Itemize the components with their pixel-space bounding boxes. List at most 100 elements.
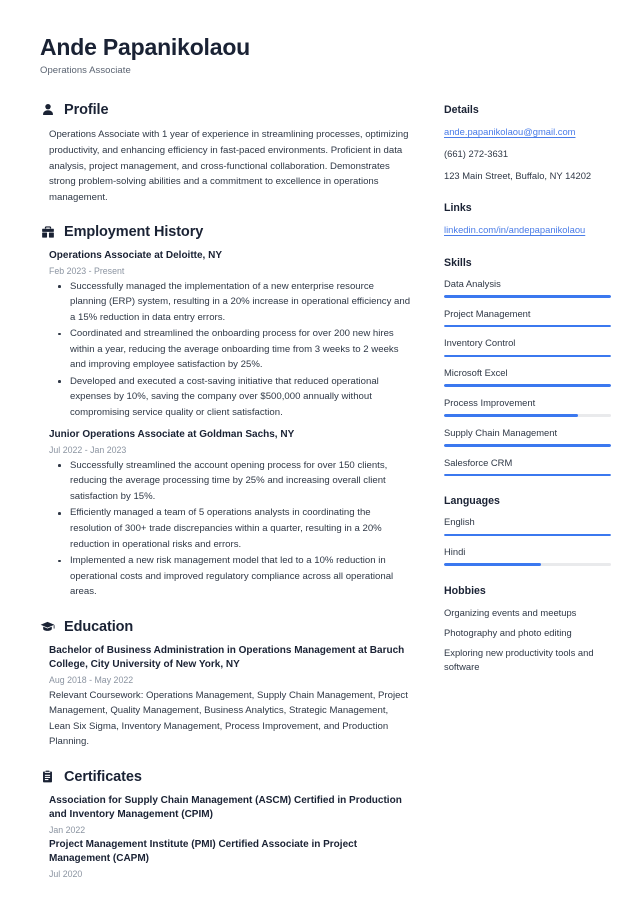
certificate-entry: Project Management Institute (PMI) Certi… <box>49 838 412 879</box>
language-label: English <box>444 516 475 528</box>
section-body-certificates: Association for Supply Chain Management … <box>40 794 412 879</box>
skill-progress-track <box>444 324 611 328</box>
skill-label: Microsoft Excel <box>444 367 508 379</box>
section-education: Education Bachelor of Business Administr… <box>40 619 412 750</box>
skill-progress-fill <box>444 324 611 328</box>
skill-item: Microsoft Excel <box>444 367 611 387</box>
hobby-item: Exploring new productivity tools and sof… <box>444 647 594 673</box>
detail-email: ande.papanikolaou@gmail.com <box>444 125 611 140</box>
section-employment-history: Employment History Operations Associate … <box>40 224 412 600</box>
certificate-entry-date: Jul 2020 <box>49 868 83 879</box>
skill-progress-fill <box>444 294 611 298</box>
skill-progress-fill <box>444 473 611 477</box>
skill-progress-track <box>444 473 611 477</box>
employment-entry-title: Operations Associate at Deloitte, NY <box>49 250 223 262</box>
sidebar-column: Details ande.papanikolaou@gmail.com (661… <box>444 102 611 674</box>
sidebar-skills: Skills Data Analysis Project Management … <box>444 257 611 477</box>
briefcase-icon <box>40 225 55 240</box>
hobby-item: Photography and photo editing <box>444 627 572 639</box>
certificate-entry: Association for Supply Chain Management … <box>49 794 412 835</box>
skill-item: Supply Chain Management <box>444 427 611 447</box>
skill-label: Project Management <box>444 307 531 319</box>
sidebar-title-languages: Languages <box>444 495 500 508</box>
education-entry-date: Aug 2018 - May 2022 <box>49 674 134 685</box>
candidate-name: Ande Papanikolaou <box>40 34 251 60</box>
sidebar-hobbies: Hobbies Organizing events and meetups Ph… <box>444 585 611 674</box>
graduation-cap-icon <box>40 619 55 634</box>
skill-progress-fill <box>444 444 611 447</box>
section-body-education: Bachelor of Business Administration in O… <box>40 644 412 750</box>
skill-progress-track <box>444 414 611 417</box>
section-profile: Profile Operations Associate with 1 year… <box>40 102 412 205</box>
resume-columns: Profile Operations Associate with 1 year… <box>40 102 611 881</box>
section-certificates: Certificates Association for Supply Chai… <box>40 769 412 879</box>
skill-item: Data Analysis <box>444 278 611 298</box>
bullet-item: Coordinated and streamlined the onboardi… <box>49 326 412 373</box>
skill-progress-track <box>444 354 611 358</box>
sidebar-details: Details ande.papanikolaou@gmail.com (661… <box>444 104 611 183</box>
profile-text: Operations Associate with 1 year of expe… <box>49 129 409 203</box>
sidebar-title-hobbies: Hobbies <box>444 585 486 598</box>
resume-page: Ande Papanikolaou Operations Associate P… <box>0 0 640 905</box>
detail-address: 123 Main Street, Buffalo, NY 14202 <box>444 169 592 181</box>
user-icon <box>40 103 55 118</box>
bullet-item: Developed and executed a cost-saving ini… <box>49 374 412 421</box>
bullet-item: Implemented a new risk management model … <box>49 553 412 600</box>
employment-entry-date: Jul 2022 - Jan 2023 <box>49 444 127 455</box>
candidate-job-title: Operations Associate <box>40 65 131 77</box>
employment-entry-date: Feb 2023 - Present <box>49 265 125 276</box>
employment-entry-bullets: Successfully streamlined the account ope… <box>49 458 412 600</box>
skill-item: Salesforce CRM <box>444 457 611 477</box>
skill-label: Salesforce CRM <box>444 456 513 468</box>
hobby-item: Organizing events and meetups <box>444 607 577 619</box>
clipboard-icon <box>40 769 55 784</box>
section-title-employment: Employment History <box>64 224 204 241</box>
language-progress-fill <box>444 533 611 537</box>
skill-progress-fill <box>444 354 611 358</box>
main-column: Profile Operations Associate with 1 year… <box>40 102 412 881</box>
section-title-certificates: Certificates <box>64 768 142 785</box>
sidebar-title-links: Links <box>444 202 472 215</box>
employment-entry-title: Junior Operations Associate at Goldman S… <box>49 429 295 441</box>
sidebar-title-details: Details <box>444 104 479 117</box>
section-header-certificates: Certificates <box>40 769 412 785</box>
skill-label: Process Improvement <box>444 397 536 408</box>
section-body-profile: Operations Associate with 1 year of expe… <box>40 127 412 205</box>
skill-item: Inventory Control <box>444 337 611 358</box>
section-header-profile: Profile <box>40 102 412 118</box>
language-progress-fill <box>444 563 541 567</box>
certificate-entry-title: Project Management Institute (PMI) Certi… <box>49 838 358 865</box>
section-body-employment: Operations Associate at Deloitte, NY Feb… <box>40 249 412 600</box>
skill-progress-fill <box>444 384 611 387</box>
language-label: Hindi <box>444 546 466 558</box>
resume-header: Ande Papanikolaou Operations Associate <box>40 34 602 76</box>
sidebar-languages: Languages English Hindi <box>444 495 611 567</box>
employment-entry-bullets: Successfully managed the implementation … <box>49 279 412 421</box>
employment-entry: Junior Operations Associate at Goldman S… <box>49 428 412 599</box>
education-entry-title: Bachelor of Business Administration in O… <box>49 644 405 671</box>
skill-progress-track <box>444 384 611 387</box>
education-entry-description: Relevant Coursework: Operations Manageme… <box>49 689 408 748</box>
language-item: English <box>444 516 611 537</box>
linkedin-link[interactable]: linkedin.com/in/andepapanikolaou <box>444 224 585 235</box>
skill-label: Supply Chain Management <box>444 426 558 438</box>
sidebar-title-skills: Skills <box>444 256 472 269</box>
detail-phone: (661) 272-3631 <box>444 148 509 160</box>
section-title-education: Education <box>64 618 134 635</box>
bullet-item: Efficiently managed a team of 5 operatio… <box>49 505 412 552</box>
link-row: linkedin.com/in/andepapanikolaou <box>444 223 611 238</box>
employment-entry: Operations Associate at Deloitte, NY Feb… <box>49 249 412 420</box>
section-header-education: Education <box>40 619 412 635</box>
bullet-item: Successfully managed the implementation … <box>49 279 412 326</box>
email-link[interactable]: ande.papanikolaou@gmail.com <box>444 126 575 137</box>
language-item: Hindi <box>444 546 611 567</box>
bullet-item: Successfully streamlined the account ope… <box>49 458 412 505</box>
certificate-entry-title: Association for Supply Chain Management … <box>49 794 402 821</box>
skill-progress-fill <box>444 414 578 417</box>
skill-progress-track <box>444 444 611 447</box>
skill-label: Inventory Control <box>444 337 516 349</box>
skill-progress-track <box>444 294 611 298</box>
section-title-profile: Profile <box>64 102 109 119</box>
skill-item: Project Management <box>444 308 611 328</box>
sidebar-links: Links linkedin.com/in/andepapanikolaou <box>444 202 611 238</box>
